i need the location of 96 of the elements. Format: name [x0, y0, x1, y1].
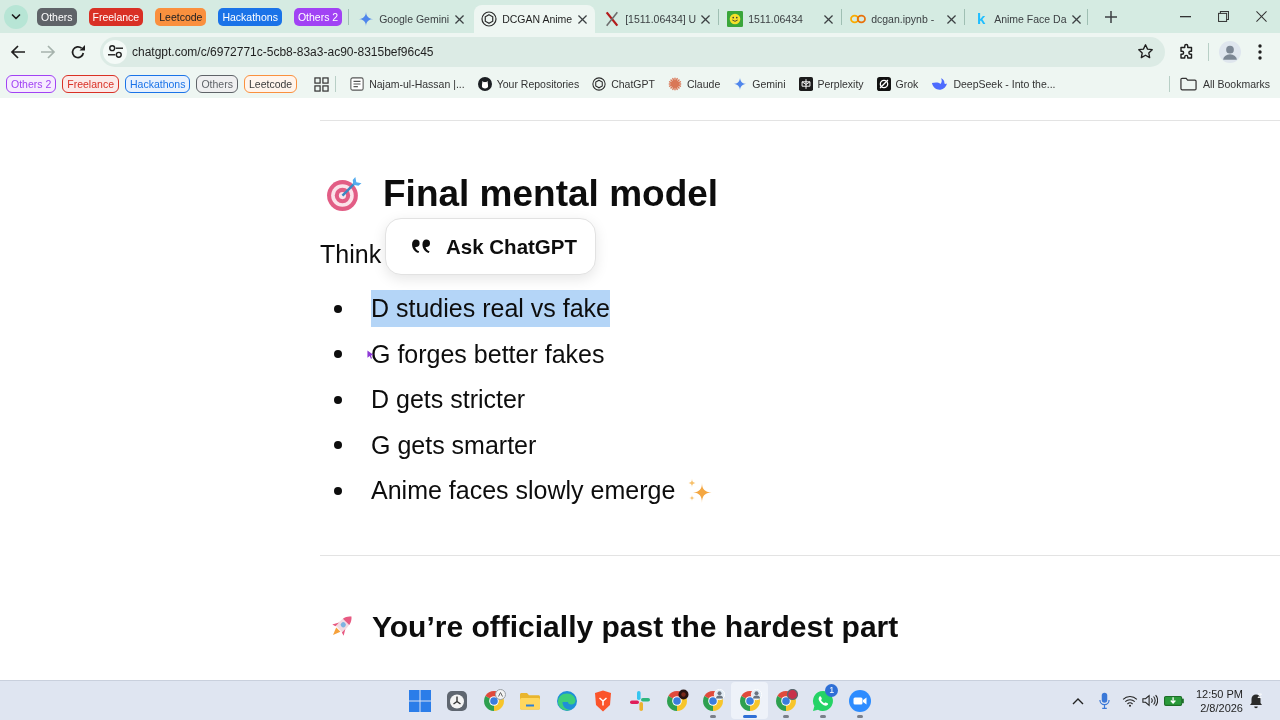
close-icon[interactable] [824, 14, 834, 24]
reload-icon [70, 43, 86, 60]
close-icon[interactable] [1071, 14, 1081, 24]
paragraph-text: Think [320, 239, 382, 270]
wifi-icon[interactable] [1121, 694, 1138, 707]
list-item-text: D gets stricter [371, 384, 526, 416]
tune-icon [107, 44, 123, 59]
cross-logo-icon [604, 11, 621, 27]
bullet-icon [334, 486, 342, 495]
forward-arrow-icon [40, 43, 56, 60]
all-bookmarks-item[interactable]: All Bookmarks [1179, 73, 1270, 95]
tab-group-chip[interactable]: Others 2 [293, 7, 343, 26]
video-camera-icon [847, 688, 872, 713]
browser-tab[interactable]: 1511.06434 [720, 5, 842, 33]
pinwheel-icon [628, 688, 652, 713]
close-icon[interactable] [947, 14, 957, 24]
browser-icon [737, 688, 762, 713]
kebab-menu-icon [1258, 43, 1262, 60]
burst-logo-icon [667, 77, 682, 91]
phone-chat-icon [810, 688, 835, 713]
site-info-button[interactable] [103, 39, 127, 64]
bookmark-star-icon[interactable] [1137, 43, 1154, 60]
bell-icon[interactable] [1249, 692, 1263, 709]
notification-badge: 1 [825, 684, 839, 697]
grid-icon [313, 76, 329, 92]
chevron-up-icon[interactable] [1071, 696, 1084, 705]
tab-search-button[interactable] [4, 4, 28, 29]
close-icon[interactable] [701, 14, 711, 24]
section-heading: You’re officially past the hardest part [372, 608, 899, 645]
tab-group-chip[interactable]: Others [37, 7, 77, 26]
bookmark-group-chip[interactable]: Leetcode [243, 75, 298, 93]
cat-logo-icon [477, 77, 492, 91]
browser-icon [774, 688, 799, 713]
bookmark-item[interactable]: DeepSeek - Into the... [931, 73, 1056, 95]
bullet-icon [334, 350, 342, 359]
close-icon[interactable] [455, 14, 465, 24]
list-item-text: G forges better fakes [371, 338, 605, 370]
bookmark-item[interactable]: Perplexity [798, 73, 864, 95]
four-squares-icon [408, 688, 433, 713]
bookmark-item[interactable]: Grok [876, 73, 919, 95]
bookmark-item[interactable]: Claude [667, 73, 721, 95]
address-bar[interactable]: chatgpt.com/c/6972771c-5cb8-83a3-ac90-8315bef96c45 [100, 36, 1165, 67]
list-item-text: D studies real vs fake [371, 290, 610, 328]
letter-logo-icon: k [973, 11, 990, 27]
bookmark-group-chip[interactable]: Hackathons [125, 75, 191, 93]
ask-button[interactable]: Ask ChatGPT [385, 218, 596, 275]
taskbar-button[interactable]: 1 [804, 682, 842, 719]
close-icon [1255, 11, 1267, 22]
browser-tab[interactable]: Google Gemini [351, 5, 473, 33]
battery-icon[interactable] [1163, 695, 1184, 706]
bookmark-item[interactable]: Your Repositories [477, 73, 580, 95]
bookmark-group-chip[interactable]: Others 2 [6, 75, 57, 93]
apps-button[interactable] [311, 74, 332, 94]
bullet-icon [334, 395, 342, 404]
smiley-icon [727, 11, 744, 27]
list-item-text: G gets smarter [371, 429, 537, 461]
clock-button[interactable]: 12:50 PM 2/8/2026 [1195, 686, 1243, 715]
knot-logo-icon [592, 77, 607, 91]
browser-icon [701, 688, 726, 713]
section-heading: Final mental model [383, 172, 719, 216]
bookmark-item[interactable]: ChatGPT [592, 73, 655, 95]
swirl-icon [554, 688, 579, 713]
browser-tab[interactable]: dcgan.ipynb - [843, 5, 965, 33]
list-item-text: Anime faces slowly emerge [371, 475, 676, 507]
target-icon [325, 175, 362, 213]
quote-icon [411, 238, 432, 255]
browser-icon [481, 688, 506, 713]
tab-group-chip[interactable]: Hackathons [218, 7, 282, 26]
ring-logo-icon [876, 77, 891, 91]
browser-tab[interactable]: DCGAN Anime [474, 5, 596, 33]
bullet-icon [334, 441, 342, 450]
bookmark-item[interactable]: Gemini [733, 73, 786, 95]
bookmark-group-chip[interactable]: Freelance [62, 75, 119, 93]
label-logo-icon [350, 77, 365, 91]
restore-icon [1217, 11, 1229, 22]
browser-tab[interactable]: [1511.06434] U [597, 5, 719, 33]
speaker-icon[interactable] [1141, 694, 1158, 707]
minimize-icon [1179, 15, 1191, 18]
square-logo-icon [798, 77, 813, 91]
tab-group-chip[interactable]: Freelance [88, 7, 144, 26]
back-arrow-icon [10, 43, 26, 60]
folder-icon [1179, 77, 1197, 91]
whale-logo-icon [931, 77, 949, 91]
bookmark-group-chip[interactable]: Others [196, 75, 238, 93]
bullet-icon [334, 304, 342, 313]
avatar-icon [1219, 40, 1241, 63]
plus-icon [1105, 10, 1118, 23]
clock-icon [445, 688, 470, 713]
bookmark-item[interactable]: Najam-ul-Hassan |... [350, 73, 465, 95]
close-icon[interactable] [578, 14, 588, 24]
browser-tab[interactable]: k Anime Face Da [966, 5, 1088, 33]
microphone-icon[interactable] [1098, 692, 1110, 709]
knot-logo-icon [481, 11, 498, 27]
browser-icon [664, 688, 689, 713]
rings-logo-icon [850, 14, 867, 24]
tab-group-chip[interactable]: Leetcode [155, 7, 207, 26]
